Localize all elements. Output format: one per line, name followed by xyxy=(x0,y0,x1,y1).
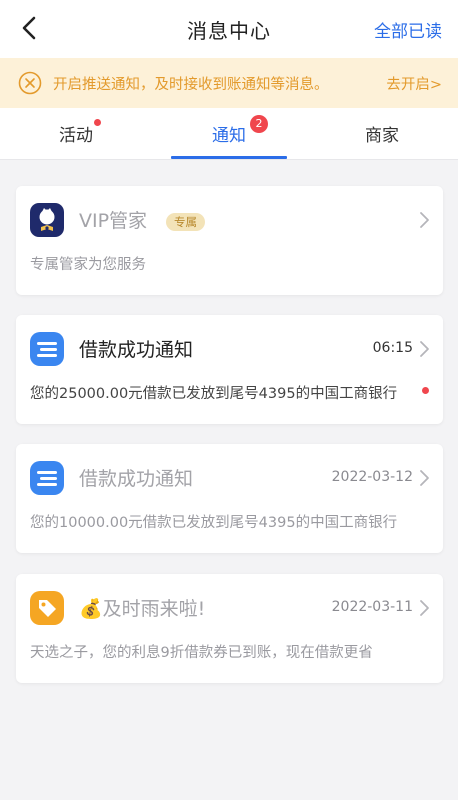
message-description: 您的25000.00元借款已发放到尾号4395的中国工商银行 xyxy=(30,386,398,402)
close-circle-icon[interactable] xyxy=(18,71,42,95)
notice-text: 开启推送通知，及时接收到账通知等消息。 xyxy=(53,77,329,93)
chevron-right-icon xyxy=(420,212,429,228)
tab-merchants[interactable]: 商家 xyxy=(306,108,458,160)
tab-label: 活动 xyxy=(59,126,93,146)
message-description: 您的10000.00元借款已发放到尾号4395的中国工商银行 xyxy=(30,515,398,531)
loan-notice-icon xyxy=(30,332,64,366)
loan-notice-icon xyxy=(30,461,64,495)
message-card-loan-read[interactable]: 借款成功通知 2022-03-12 您的10000.00元借款已发放到尾号439… xyxy=(16,444,443,553)
message-time: 06:15 xyxy=(372,340,413,356)
message-description: 天选之子，您的利息9折借款券已到账，现在借款更省 xyxy=(30,645,373,661)
tab-label: 商家 xyxy=(365,126,399,146)
message-title-row: 💰及时雨来啦! xyxy=(79,594,205,621)
unread-dot xyxy=(422,387,429,394)
unread-dot xyxy=(94,119,101,126)
message-title: 借款成功通知 xyxy=(79,468,194,490)
vip-butler-icon xyxy=(30,203,64,237)
message-card-vip[interactable]: VIP管家 专属 专属管家为您服务 xyxy=(16,186,443,295)
top-nav-bar: 消息中心 全部已读 xyxy=(0,0,458,58)
message-time: 2022-03-12 xyxy=(331,469,413,485)
mark-all-read-button[interactable]: 全部已读 xyxy=(374,17,442,42)
chevron-right-icon xyxy=(420,341,429,357)
tab-label: 通知 xyxy=(212,126,246,146)
chevron-right-icon xyxy=(420,600,429,616)
active-tab-indicator xyxy=(171,156,287,159)
message-time: 2022-03-11 xyxy=(331,599,413,615)
enable-push-link[interactable]: 去开启> xyxy=(386,73,442,94)
message-card-loan-unread[interactable]: 借款成功通知 06:15 您的25000.00元借款已发放到尾号4395的中国工… xyxy=(16,315,443,424)
exclusive-badge: 专属 xyxy=(166,213,205,231)
money-bag-icon: 💰 xyxy=(79,598,103,620)
chevron-right-icon xyxy=(420,470,429,486)
message-title: 及时雨来啦! xyxy=(102,598,206,620)
tab-notifications[interactable]: 通知 2 xyxy=(153,108,305,160)
tab-activity[interactable]: 活动 xyxy=(0,108,152,160)
coupon-tag-icon xyxy=(30,591,64,625)
message-title: VIP管家 xyxy=(79,210,148,232)
message-description: 专属管家为您服务 xyxy=(30,257,146,273)
unread-count-badge: 2 xyxy=(250,115,268,133)
message-title: 借款成功通知 xyxy=(79,339,194,361)
message-card-coupon[interactable]: 💰及时雨来啦! 2022-03-11 天选之子，您的利息9折借款券已到账，现在借… xyxy=(16,574,443,683)
tab-bar: 活动 通知 2 商家 xyxy=(0,108,458,160)
push-notification-banner: 开启推送通知，及时接收到账通知等消息。 去开启> xyxy=(0,58,458,108)
